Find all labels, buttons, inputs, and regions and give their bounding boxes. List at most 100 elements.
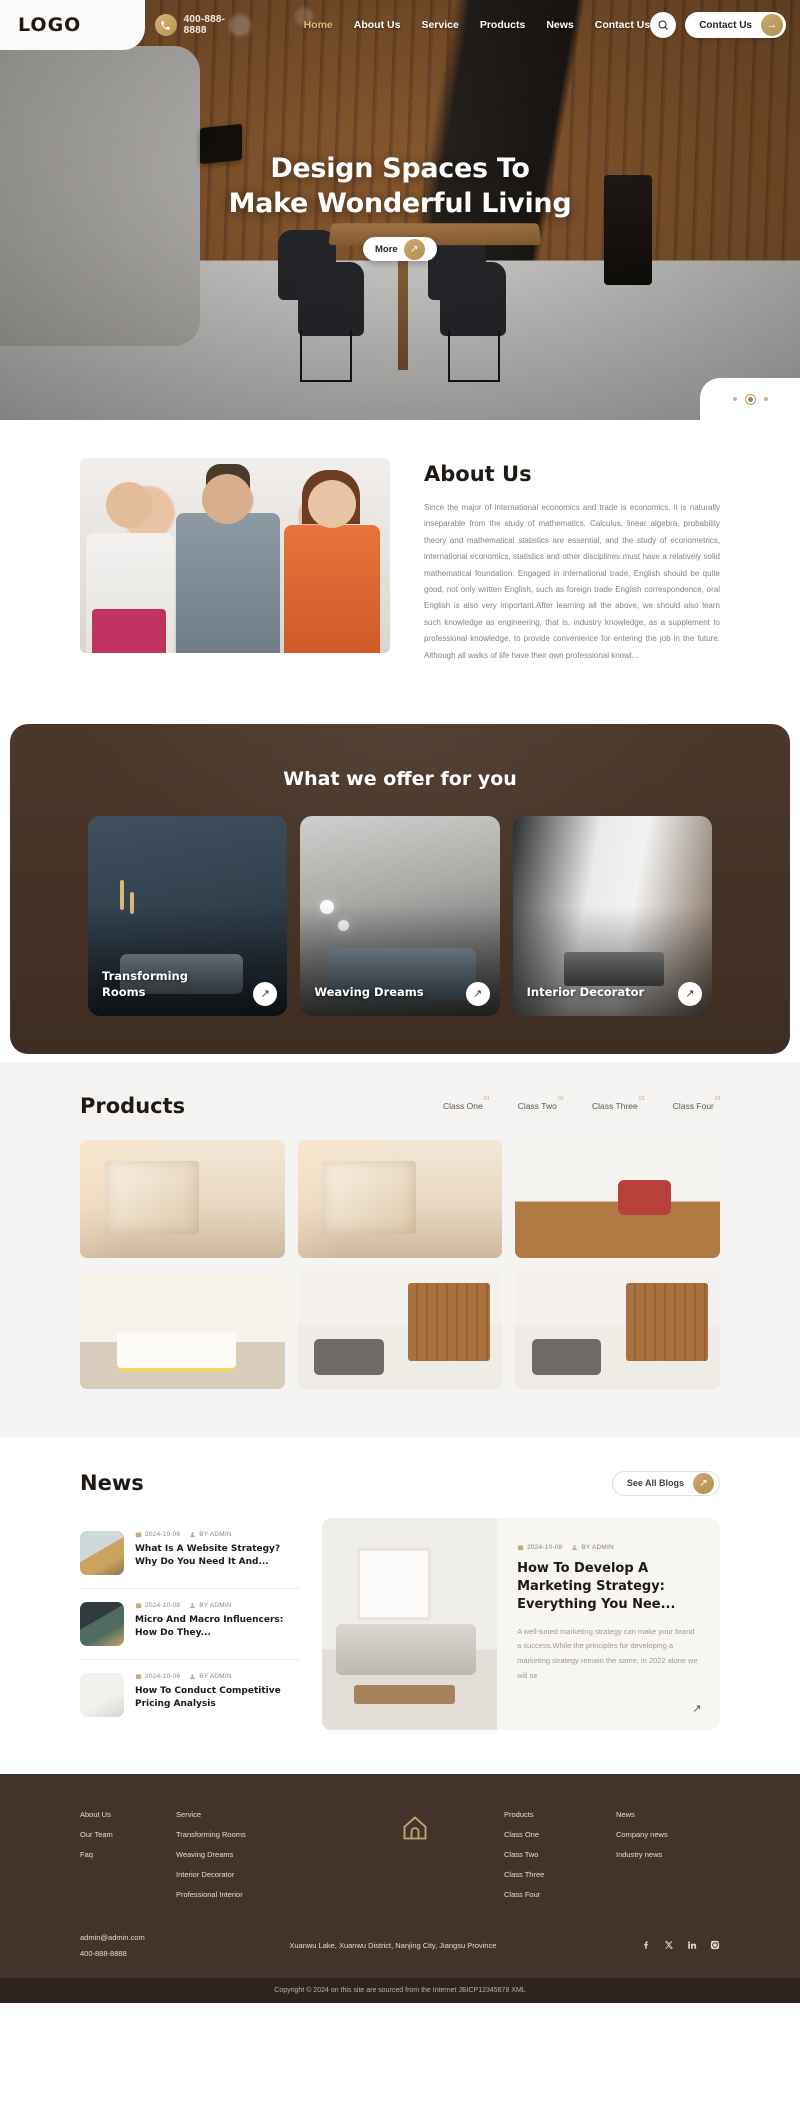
tab-class-four[interactable]: Class Four01 [673, 1096, 721, 1111]
offer-card-interior-decorator[interactable]: Interior Decorator ↗ [512, 815, 712, 1016]
product-card[interactable] [80, 1139, 285, 1258]
news-list-item[interactable]: 2024-10-08 BY ADMIN How To Conduct Compe… [80, 1660, 300, 1730]
news-list-item[interactable]: 2024-10-08 BY ADMIN What Is A Website St… [80, 1518, 300, 1589]
nav-item-products[interactable]: Products [480, 19, 526, 31]
calendar-icon [517, 1545, 524, 1551]
nav-menu: Home About Us Service Products News Cont… [304, 19, 651, 31]
footer-link-class-two[interactable]: Class Two [504, 1850, 616, 1859]
carousel-dot-3[interactable] [763, 397, 768, 401]
arrow-up-right-icon: ↗ [403, 238, 425, 260]
news-list-item[interactable]: 2024-10-08 BY ADMIN Micro And Macro Infl… [80, 1589, 300, 1660]
tab-label: Class One [442, 1100, 483, 1111]
nav-item-about-us[interactable]: About Us [354, 19, 401, 31]
hero-title-line-2: Make Wonderful Living [228, 187, 572, 219]
instagram-icon[interactable] [710, 1940, 720, 1950]
footer-link-weaving-dreams[interactable]: Weaving Dreams [176, 1850, 326, 1859]
logo[interactable]: LOGO [0, 0, 145, 50]
news-meta: 2024-10-08 BY ADMIN [135, 1602, 300, 1609]
hero-more-button[interactable]: More ↗ [363, 237, 437, 262]
arrow-up-right-icon[interactable]: ↗ [677, 981, 702, 1006]
news-author: BY ADMIN [189, 1673, 232, 1680]
about-head-right [308, 480, 356, 528]
footer-link-industry-news[interactable]: Industry news [616, 1850, 720, 1859]
footer-column-service: Service Transforming Rooms Weaving Dream… [176, 1810, 326, 1899]
news-date-text: 2024-10-08 [145, 1530, 181, 1538]
footer-link-news[interactable]: News [616, 1810, 720, 1819]
footer-link-class-three[interactable]: Class Three [504, 1870, 616, 1879]
featured-news-author: BY ADMIN [571, 1544, 614, 1551]
carousel-dot-1[interactable] [732, 397, 737, 401]
news-date: 2024-10-08 [135, 1531, 180, 1538]
offer-card-transforming-rooms[interactable]: Transforming Rooms ↗ [88, 815, 288, 1016]
product-card[interactable] [80, 1270, 285, 1389]
carousel-dot-2-active[interactable] [744, 393, 756, 405]
page-root: LOGO 400-888-8888 Home About Us Service … [0, 0, 800, 2003]
nav-item-contact-us[interactable]: Contact Us [595, 19, 650, 31]
calendar-icon [135, 1603, 142, 1609]
hero-section: LOGO 400-888-8888 Home About Us Service … [0, 0, 800, 420]
featured-news-card[interactable]: 2024-10-08 BY ADMIN How To Develop A Mar… [322, 1517, 720, 1730]
footer-link-interior-decorator[interactable]: Interior Decorator [176, 1870, 326, 1879]
footer-column-news: News Company news Industry news [616, 1810, 720, 1859]
facebook-icon[interactable] [641, 1940, 651, 1950]
footer-link-transforming-rooms[interactable]: Transforming Rooms [176, 1830, 326, 1839]
offer-card-grid: Transforming Rooms ↗ Weaving Dreams ↗ In… [10, 815, 790, 1016]
footer-link-about-us[interactable]: About Us [80, 1810, 176, 1819]
footer-link-class-four[interactable]: Class Four [504, 1890, 616, 1899]
news-date-text: 2024-10-08 [145, 1601, 181, 1609]
featured-news-author-text: BY ADMIN [581, 1543, 614, 1551]
tab-class-one[interactable]: Class One01 [442, 1096, 490, 1111]
contact-us-button[interactable]: Contact Us → [685, 12, 786, 38]
see-all-blogs-button[interactable]: See All Blogs ↗ [611, 1470, 720, 1496]
footer-link-company-news[interactable]: Company news [616, 1830, 720, 1839]
tab-class-three[interactable]: Class Three01 [592, 1096, 645, 1111]
phone-icon [154, 14, 177, 36]
hero-title-line-1: Design Spaces To [270, 153, 530, 184]
news-author: BY ADMIN [189, 1602, 232, 1609]
tab-class-two[interactable]: Class Two01 [518, 1096, 564, 1111]
footer-link-faq[interactable]: Faq [80, 1850, 176, 1859]
nav-item-service[interactable]: Service [421, 19, 458, 31]
arrow-up-right-icon[interactable]: ↗ [688, 1700, 706, 1718]
products-section: Products Class One01 Class Two01 Class T… [0, 1061, 800, 1437]
arrow-right-icon: → [761, 14, 783, 36]
about-person-center [176, 513, 280, 653]
nav-item-home[interactable]: Home [304, 19, 333, 31]
x-icon[interactable] [664, 1940, 674, 1950]
offer-title: What we offer for you [283, 767, 517, 790]
footer-link-class-one[interactable]: Class One [504, 1830, 616, 1839]
footer-link-service[interactable]: Service [176, 1810, 326, 1819]
tab-superscript: 01 [557, 1096, 564, 1103]
product-card[interactable] [297, 1139, 503, 1258]
hero-title: Design Spaces To Make Wonderful Living [0, 152, 800, 221]
product-card[interactable] [297, 1270, 503, 1389]
news-item-content: 2024-10-08 BY ADMIN Micro And Macro Infl… [135, 1602, 300, 1646]
footer-phone[interactable]: 400-888-8888 [80, 1949, 145, 1958]
tab-superscript: 01 [638, 1096, 645, 1103]
news-thumbnail [80, 1530, 124, 1575]
footer-email[interactable]: admin@admin.com [80, 1933, 145, 1942]
footer-link-our-team[interactable]: Our Team [80, 1830, 176, 1839]
news-item-title: How To Conduct Competitive Pricing Analy… [135, 1685, 281, 1709]
nav-item-news[interactable]: News [546, 19, 573, 31]
news-item-title: Micro And Macro Influencers: How Do They… [135, 1614, 284, 1638]
featured-news-title: How To Develop A Marketing Strategy: Eve… [517, 1560, 676, 1612]
calendar-icon [135, 1674, 142, 1680]
news-title: News [80, 1471, 144, 1496]
footer-column-products: Products Class One Class Two Class Three… [504, 1810, 616, 1899]
product-card[interactable] [515, 1270, 720, 1389]
about-person-left [86, 533, 174, 653]
linkedin-icon[interactable] [687, 1940, 697, 1950]
header-phone[interactable]: 400-888-8888 [154, 14, 248, 36]
footer-link-professional-interior[interactable]: Professional Interior [176, 1890, 326, 1899]
footer-link-products[interactable]: Products [504, 1810, 616, 1819]
news-author: BY ADMIN [189, 1531, 232, 1538]
search-icon[interactable] [650, 12, 677, 38]
arrow-up-right-icon[interactable]: ↗ [465, 981, 490, 1006]
tab-superscript: 01 [483, 1096, 490, 1103]
copyright-bar: Copyright © 2024 on this site are source… [0, 1977, 800, 2003]
about-head-left [106, 482, 152, 528]
featured-news-date: 2024-10-08 [517, 1544, 562, 1551]
offer-card-weaving-dreams[interactable]: Weaving Dreams ↗ [300, 815, 500, 1016]
product-card[interactable] [515, 1139, 720, 1258]
